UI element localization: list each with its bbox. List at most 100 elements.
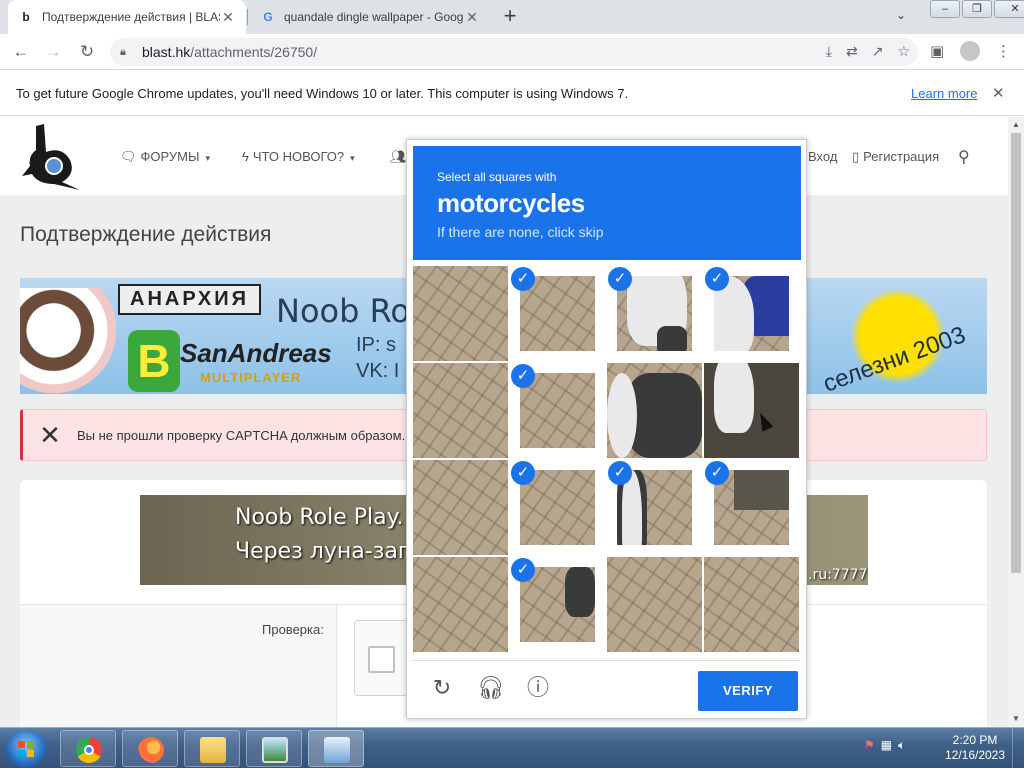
page-scrollbar[interactable]: ▲ ▼ bbox=[1008, 117, 1024, 727]
grid-tile[interactable] bbox=[413, 266, 508, 361]
banner-b-logo: B bbox=[128, 330, 180, 392]
selected-check-icon: ✓ bbox=[608, 461, 632, 485]
challenge-target: motorcycles bbox=[437, 188, 585, 218]
selected-check-icon: ✓ bbox=[705, 461, 729, 485]
address-bar[interactable]: 🔒︎ blast.hk/attachments/26750/ ⤓ ⇄ ↗ ☆ bbox=[110, 38, 918, 66]
windows-logo-icon bbox=[18, 741, 34, 757]
minimize-button[interactable]: – bbox=[930, 0, 960, 18]
nav-members-icon[interactable]: 👥︎ bbox=[390, 149, 407, 165]
challenge-footer: ↻ 🎧︎ ⓘ VERIFY bbox=[413, 660, 801, 714]
clipboard-icon: ▯ bbox=[852, 149, 860, 164]
clock-date: 12/16/2023 bbox=[944, 748, 1006, 762]
reload-icon[interactable]: ↻ bbox=[76, 41, 98, 63]
learn-more-link[interactable]: Learn more bbox=[911, 86, 977, 101]
blast-logo-icon[interactable] bbox=[18, 122, 90, 192]
info-icon[interactable]: ⓘ bbox=[525, 675, 551, 701]
system-tray: ⚑ ▦ 🔈︎ bbox=[864, 738, 905, 753]
grid-tile[interactable] bbox=[413, 460, 508, 555]
share-icon[interactable]: ↗ bbox=[872, 43, 884, 60]
translate-icon[interactable]: ⇄ bbox=[846, 43, 858, 60]
grid-tile[interactable]: ✓ bbox=[510, 460, 605, 555]
menu-kebab-icon[interactable]: ⋮ bbox=[996, 42, 1011, 60]
taskbar-firefox[interactable] bbox=[122, 730, 178, 767]
blast-logo-icon: b bbox=[22, 10, 30, 24]
explorer-icon bbox=[200, 737, 226, 763]
grid-tile[interactable]: ✓ bbox=[510, 266, 605, 361]
lock-icon[interactable]: 🔒︎ bbox=[120, 46, 132, 59]
taskbar-clock[interactable]: 2:20 PM 12/16/2023 bbox=[940, 733, 1010, 763]
search-icon[interactable]: ⚲ bbox=[958, 147, 970, 167]
selected-check-icon: ✓ bbox=[705, 267, 729, 291]
tab-search-chevron-icon[interactable]: ⌄ bbox=[896, 8, 906, 22]
scroll-thumb[interactable] bbox=[1011, 133, 1021, 573]
volume-icon[interactable]: 🔈︎ bbox=[898, 738, 905, 753]
control-panel-icon bbox=[324, 737, 350, 763]
recaptcha-checkbox[interactable] bbox=[368, 646, 395, 673]
tab-strip: b Подтверждение действия | BLAST ✕ G qua… bbox=[0, 0, 1024, 34]
taskbar-explorer[interactable] bbox=[184, 730, 240, 767]
google-g-icon: G bbox=[263, 10, 273, 24]
photo-viewer-icon bbox=[262, 737, 288, 763]
alert-message: Вы не прошли проверку CAPTCHA должным об… bbox=[77, 427, 419, 443]
challenge-hint: If there are none, click skip bbox=[437, 224, 604, 240]
infobar-close-icon[interactable]: ✕ bbox=[992, 84, 1005, 102]
taskbar-photo-viewer[interactable] bbox=[246, 730, 302, 767]
tab-title: quandale dingle wallpaper - Google bbox=[284, 10, 464, 24]
audio-challenge-icon[interactable]: 🎧︎ bbox=[477, 675, 505, 701]
show-desktop-button[interactable] bbox=[1012, 728, 1024, 768]
banner-sanandreas: SanAndreas bbox=[180, 338, 332, 368]
grid-tile[interactable]: ✓ bbox=[607, 266, 702, 361]
banner-multiplayer: MULTIPLAYER bbox=[200, 370, 302, 385]
infobar-message: To get future Google Chrome updates, you… bbox=[16, 85, 629, 101]
chrome-icon bbox=[76, 737, 102, 763]
challenge-header: Select all squares with motorcycles If t… bbox=[413, 146, 801, 260]
nav-forums[interactable]: 🗨︎ ФОРУМЫ ▾ bbox=[120, 149, 210, 165]
grid-tile[interactable] bbox=[704, 557, 799, 652]
grid-tile[interactable] bbox=[607, 363, 702, 458]
scroll-down-icon[interactable]: ▼ bbox=[1008, 711, 1024, 727]
restore-button[interactable]: ❐ bbox=[962, 0, 992, 18]
scroll-up-icon[interactable]: ▲ bbox=[1008, 117, 1024, 133]
banner-ip: IP: s bbox=[356, 334, 397, 356]
grid-tile[interactable] bbox=[413, 557, 508, 652]
nav-whats-new[interactable]: ϟ ЧТО НОВОГО? ▾ bbox=[242, 149, 355, 164]
register-link[interactable]: ▯ Регистрация bbox=[852, 149, 939, 165]
selected-check-icon: ✓ bbox=[511, 364, 535, 388]
windows-taskbar: ⚑ ▦ 🔈︎ 2:20 PM 12/16/2023 bbox=[0, 727, 1024, 768]
grid-tile[interactable]: ✓ bbox=[510, 363, 605, 458]
grid-tile[interactable] bbox=[413, 363, 508, 458]
taskbar-chrome[interactable] bbox=[60, 730, 116, 767]
action-center-flag-icon[interactable]: ⚑ bbox=[864, 738, 875, 753]
selected-check-icon: ✓ bbox=[511, 558, 535, 582]
new-tab-button[interactable]: + bbox=[498, 5, 522, 29]
network-icon[interactable]: ▦ bbox=[881, 738, 892, 753]
forward-arrow-icon[interactable]: → bbox=[42, 41, 64, 63]
reload-challenge-icon[interactable]: ↻ bbox=[429, 675, 455, 701]
back-arrow-icon[interactable]: ← bbox=[10, 41, 32, 63]
bookmark-star-icon[interactable]: ☆ bbox=[897, 43, 910, 60]
side-panel-icon[interactable]: ▣ bbox=[930, 42, 944, 60]
tab-blast[interactable]: b Подтверждение действия | BLAST ✕ bbox=[8, 0, 246, 34]
cow-image bbox=[20, 288, 116, 394]
selected-check-icon: ✓ bbox=[511, 461, 535, 485]
install-app-icon[interactable]: ⤓ bbox=[826, 43, 832, 60]
tab-close-icon[interactable]: ✕ bbox=[220, 9, 236, 26]
tab-close-icon[interactable]: ✕ bbox=[464, 9, 480, 26]
grid-tile[interactable] bbox=[607, 557, 702, 652]
grid-tile[interactable] bbox=[704, 363, 799, 458]
banner-vk: VK: I bbox=[356, 360, 400, 382]
start-button[interactable] bbox=[6, 730, 46, 768]
grid-tile[interactable]: ✓ bbox=[607, 460, 702, 555]
challenge-instruction: Select all squares with bbox=[437, 170, 557, 184]
verify-button[interactable]: VERIFY bbox=[698, 671, 798, 711]
grid-tile[interactable]: ✓ bbox=[704, 266, 799, 361]
profile-avatar-icon[interactable] bbox=[960, 41, 980, 61]
taskbar-control-panel[interactable] bbox=[308, 730, 364, 767]
forum-icon: 🗨︎ bbox=[120, 149, 137, 164]
grid-tile[interactable]: ✓ bbox=[510, 557, 605, 652]
tab-google[interactable]: G quandale dingle wallpaper - Google ✕ bbox=[250, 0, 490, 34]
close-window-button[interactable]: ✕ bbox=[994, 0, 1024, 18]
login-link[interactable]: Вход bbox=[808, 149, 837, 164]
error-x-icon: ✕ bbox=[39, 419, 61, 450]
grid-tile[interactable]: ✓ bbox=[704, 460, 799, 555]
